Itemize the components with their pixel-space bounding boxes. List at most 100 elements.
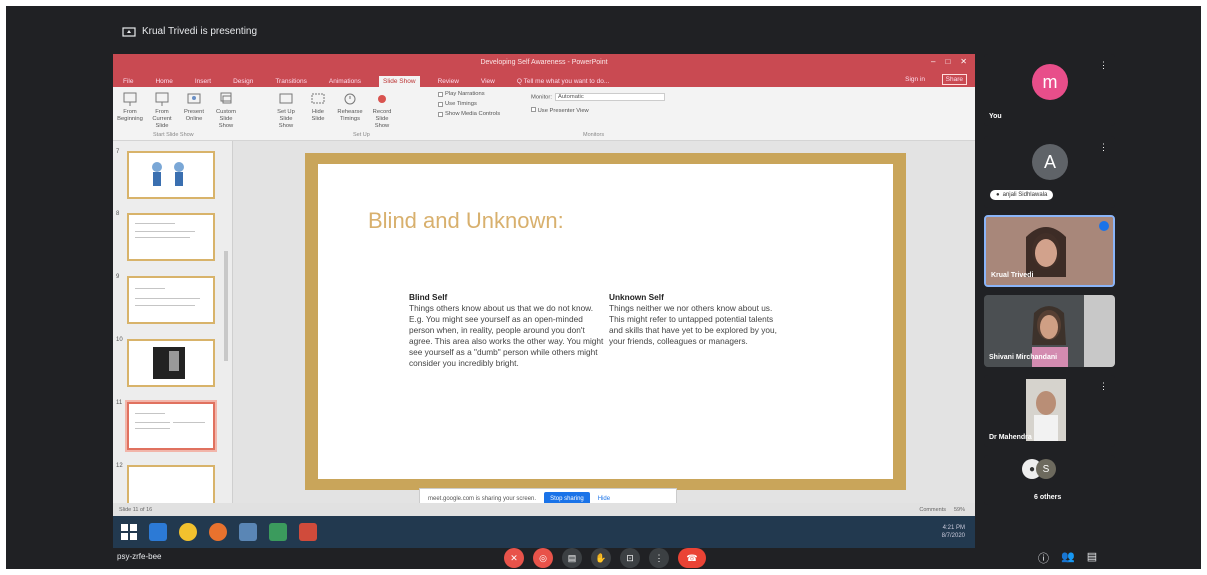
- more-options-icon[interactable]: ⋮: [1099, 60, 1108, 71]
- group-label-setup: Set Up: [353, 132, 370, 138]
- tab-view[interactable]: View: [477, 76, 499, 87]
- more-options-icon[interactable]: ⋮: [1099, 142, 1108, 153]
- zoom-level[interactable]: 59%: [954, 507, 965, 513]
- present-online-button[interactable]: Present Online: [181, 91, 207, 130]
- thumbnail-scrollbar[interactable]: [224, 251, 228, 361]
- others-count: 6 others: [1034, 494, 1062, 501]
- unknown-self-heading: Unknown Self: [609, 292, 664, 302]
- meet-side-controls: ⓘ 👥 ▤: [1038, 550, 1097, 566]
- monitor-select[interactable]: Monitor: Automatic: [531, 93, 665, 101]
- shared-screen: Developing Self Awareness - PowerPoint –…: [113, 54, 975, 548]
- group-label-start: Start Slide Show: [153, 132, 194, 138]
- info-icon[interactable]: ⓘ: [1038, 550, 1049, 566]
- maximize-icon[interactable]: □: [945, 57, 950, 66]
- slide-thumbnail[interactable]: [127, 151, 215, 199]
- custom-show-button[interactable]: Custom Slide Show: [213, 91, 239, 130]
- participant-name: Dr Mahendra: [989, 434, 1032, 441]
- windows-start-icon[interactable]: [121, 524, 137, 540]
- captions-icon[interactable]: ▤: [562, 548, 582, 568]
- google-meet-window: Krual Trivedi is presenting Developing S…: [6, 6, 1201, 569]
- excel-icon[interactable]: [269, 523, 287, 541]
- from-beginning-button[interactable]: From Beginning: [117, 91, 143, 130]
- close-icon[interactable]: ✕: [960, 57, 967, 66]
- participant-tile[interactable]: Shivani Mirchandani: [984, 295, 1115, 367]
- tab-slide-show[interactable]: Slide Show: [379, 76, 420, 87]
- figures-image: [152, 162, 184, 186]
- slide-thumbnail[interactable]: [127, 213, 215, 261]
- system-tray: 4:21 PM 8/7/2020: [942, 524, 965, 540]
- windows-taskbar: 4:21 PM 8/7/2020: [113, 516, 975, 548]
- meet-bottom-bar: psy-zrfe-bee ✕ ◎ ▤ ✋ ⊡ ⋮ ☎ ⓘ 👥 ▤: [6, 548, 1201, 569]
- thumb-number: 7: [116, 149, 120, 155]
- present-now-icon[interactable]: ⊡: [620, 548, 640, 568]
- setup-icon: [279, 93, 293, 104]
- tab-design[interactable]: Design: [229, 76, 257, 87]
- more-options-icon[interactable]: ⋮: [1099, 381, 1108, 392]
- participant-tile-presenter[interactable]: Krual Trivedi: [984, 215, 1115, 287]
- chat-icon[interactable]: ▤: [1087, 550, 1097, 566]
- avatar: A: [1032, 144, 1068, 180]
- thumb-number: 10: [116, 337, 123, 343]
- tab-review[interactable]: Review: [434, 76, 463, 87]
- powerpoint-icon[interactable]: [299, 523, 317, 541]
- record-show-button[interactable]: Record Slide Show: [369, 91, 395, 130]
- comments-button[interactable]: Comments: [919, 507, 946, 513]
- show-media-checkbox[interactable]: Show Media Controls: [438, 111, 500, 117]
- setup-show-button[interactable]: Set Up Slide Show: [273, 91, 299, 130]
- unknown-self-column: Unknown Self Things neither we nor other…: [609, 292, 789, 347]
- edge-icon[interactable]: [149, 523, 167, 541]
- use-timings-checkbox[interactable]: Use Timings: [438, 101, 500, 107]
- present-screen-icon: [122, 26, 136, 37]
- camera-off-icon[interactable]: ◎: [533, 548, 553, 568]
- raise-hand-icon[interactable]: ✋: [591, 548, 611, 568]
- call-controls: ✕ ◎ ▤ ✋ ⊡ ⋮ ☎: [504, 548, 706, 568]
- from-current-button[interactable]: From Current Slide: [149, 91, 175, 130]
- hide-notice-button[interactable]: Hide: [598, 496, 610, 502]
- slide-title: Blind and Unknown:: [368, 208, 564, 233]
- minimize-icon[interactable]: –: [931, 57, 935, 66]
- firefox-icon[interactable]: [209, 523, 227, 541]
- tab-home[interactable]: Home: [151, 76, 176, 87]
- share-button[interactable]: Share: [941, 74, 967, 85]
- slide-thumbnail[interactable]: [127, 276, 215, 324]
- monitor-dropdown[interactable]: Automatic: [554, 93, 665, 101]
- thumb-number: 9: [116, 274, 120, 280]
- timer-icon: [344, 93, 356, 105]
- slide-thumbnail[interactable]: [127, 339, 215, 387]
- meeting-code: psy-zrfe-bee: [117, 552, 162, 561]
- rehearse-timings-button[interactable]: Rehearse Timings: [337, 91, 363, 130]
- thumb-number: 8: [116, 211, 120, 217]
- people-icon[interactable]: 👥: [1061, 550, 1075, 566]
- ppt-window-title: Developing Self Awareness - PowerPoint: [480, 59, 608, 66]
- participant-tile[interactable]: ⋮ Dr Mahendra: [984, 375, 1115, 447]
- blind-self-column: Blind Self Things others know about us t…: [409, 292, 609, 369]
- participant-name: Shivani Mirchandani: [989, 354, 1058, 361]
- tell-me-search[interactable]: Q Tell me what you want to do...: [513, 76, 613, 87]
- file-explorer-icon[interactable]: [239, 523, 257, 541]
- hang-up-button[interactable]: ☎: [678, 548, 706, 568]
- hide-slide-button[interactable]: Hide Slide: [305, 91, 331, 130]
- share-notice-text: meet.google.com is sharing your screen.: [428, 496, 537, 502]
- more-options-icon[interactable]: ⋮: [649, 548, 669, 568]
- tab-file[interactable]: File: [119, 76, 137, 87]
- slideshow-current-icon: [155, 92, 169, 106]
- slide-thumbnail-selected[interactable]: [127, 402, 215, 450]
- tab-insert[interactable]: Insert: [191, 76, 215, 87]
- sign-in-link[interactable]: Sign in: [905, 76, 925, 83]
- mic-off-icon[interactable]: ✕: [504, 548, 524, 568]
- dark-image: [153, 347, 185, 379]
- participant-name-chip: ● anjali Sidhlawala: [990, 190, 1054, 200]
- record-icon: [378, 95, 386, 103]
- others-tile[interactable]: ● S 6 others: [984, 455, 1115, 505]
- participant-name: You: [989, 113, 1002, 120]
- presenter-view-checkbox[interactable]: Use Presenter View: [531, 107, 665, 114]
- participant-tile-you[interactable]: m You ⋮: [984, 54, 1115, 126]
- participant-tile[interactable]: A ⋮ ● anjali Sidhlawala: [984, 136, 1115, 208]
- ribbon: From Beginning From Current Slide Presen…: [113, 87, 975, 141]
- chrome-icon[interactable]: [179, 523, 197, 541]
- play-narrations-checkbox[interactable]: Play Narrations: [438, 91, 500, 97]
- tab-transitions[interactable]: Transitions: [271, 76, 311, 87]
- unknown-self-body: Things neither we nor others know about …: [609, 303, 777, 346]
- hide-slide-icon: [311, 93, 325, 104]
- tab-animations[interactable]: Animations: [325, 76, 365, 87]
